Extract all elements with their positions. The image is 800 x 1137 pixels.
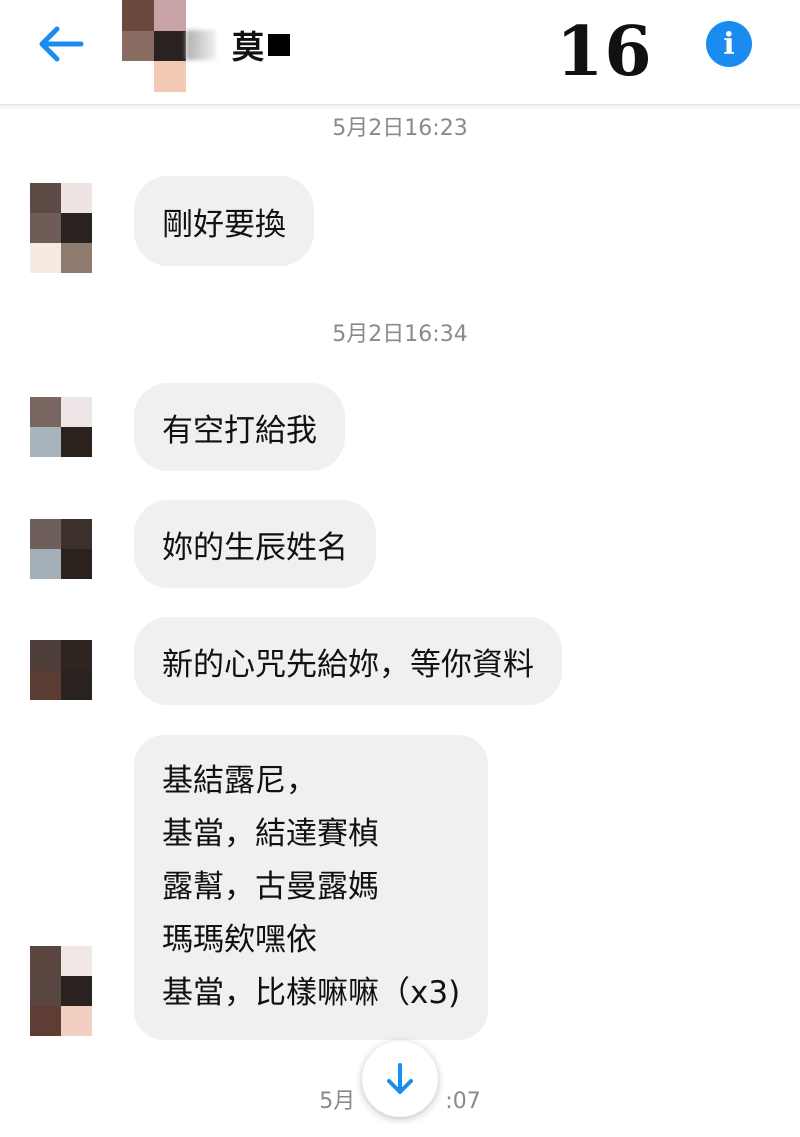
contact-name-text: 莫	[232, 28, 265, 66]
sender-avatar[interactable]	[30, 183, 92, 273]
message-bubble[interactable]: 基結露尼， 基當，結達賽楨 露幫，古曼露媽 瑪瑪欸嘿依 基當，比樣嘛嘛（x3)	[134, 735, 489, 1040]
message-line: 露幫，古曼露媽	[162, 869, 379, 905]
image-counter: 16	[556, 12, 653, 92]
name-redaction	[268, 34, 291, 56]
timestamp-right: :07	[445, 1089, 481, 1114]
info-icon: i	[723, 26, 735, 62]
message-bubble[interactable]: 妳的生辰姓名	[134, 500, 376, 588]
message-bubble[interactable]: 剛好要換	[134, 176, 314, 266]
message-timestamp: 5月2日16:23	[332, 116, 468, 141]
message-line: 瑪瑪欸嘿依	[162, 922, 317, 958]
message-timestamp: 5月2日16:34	[332, 322, 468, 347]
timestamp-left: 5月	[319, 1089, 356, 1114]
message-text: 有空打給我	[162, 412, 317, 449]
contact-name[interactable]: 莫	[232, 22, 291, 68]
info-button[interactable]: i	[706, 21, 752, 67]
arrow-down-icon	[387, 1063, 413, 1094]
message-text: 剛好要換	[162, 206, 286, 243]
message-bubble[interactable]: 有空打給我	[134, 383, 345, 471]
sender-avatar[interactable]	[30, 946, 92, 1036]
message-line: 基結露尼，	[162, 763, 317, 799]
sender-avatar[interactable]	[30, 519, 92, 579]
back-button[interactable]	[30, 18, 90, 70]
sender-avatar[interactable]	[30, 397, 92, 457]
sender-avatar[interactable]	[30, 640, 92, 700]
contact-avatar[interactable]	[122, 0, 186, 92]
message-text: 妳的生辰姓名	[162, 529, 348, 566]
name-blur	[186, 30, 216, 60]
arrow-left-icon	[39, 26, 84, 62]
message-line: 基當，結達賽楨	[162, 816, 379, 852]
message-bubble[interactable]: 新的心咒先給妳，等你資料	[134, 617, 562, 705]
chat-header: 莫 16 i	[0, 0, 800, 105]
scroll-down-button[interactable]	[362, 1041, 438, 1117]
message-line: 基當，比樣嘛嘛（x3)	[162, 975, 461, 1011]
message-text: 新的心咒先給妳，等你資料	[162, 646, 534, 683]
